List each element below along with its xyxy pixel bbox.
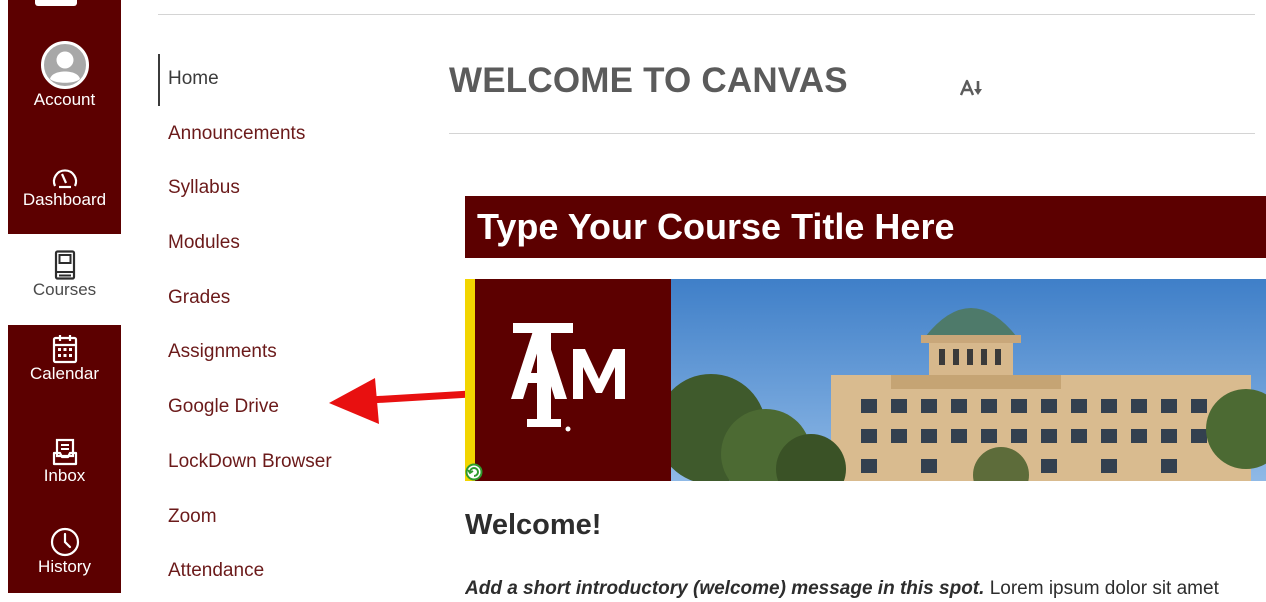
global-nav-history[interactable]: History <box>8 527 121 577</box>
text-size-icon[interactable] <box>960 79 984 97</box>
global-nav-history-label: History <box>38 557 91 576</box>
global-nav-inbox-label: Inbox <box>43 466 86 485</box>
global-nav-inbox[interactable]: Inbox <box>8 438 121 486</box>
global-nav-account[interactable]: Account <box>8 40 121 110</box>
intro-text: Lorem ipsum dolor sit amet <box>984 578 1219 599</box>
intro-paragraph: Add a short introductory (welcome) messa… <box>465 576 1266 602</box>
atm-logo <box>475 279 671 481</box>
global-nav-dashboard[interactable]: Dashboard <box>8 166 121 210</box>
course-title-banner: Type Your Course Title Here <box>465 196 1266 258</box>
global-nav-calendar-label: Calendar <box>30 364 99 383</box>
course-nav-grades[interactable]: Grades <box>158 271 398 326</box>
course-nav-lockdown-browser[interactable]: LockDown Browser <box>158 435 398 490</box>
calendar-icon <box>52 335 77 364</box>
global-nav-calendar[interactable]: Calendar <box>8 334 121 384</box>
course-nav-announcements[interactable]: Announcements <box>158 107 398 162</box>
welcome-heading: Welcome! <box>465 509 602 541</box>
title-divider <box>449 133 1255 134</box>
intro-emphasis: Add a short introductory (welcome) messa… <box>465 578 985 599</box>
course-hero-image <box>465 279 1266 481</box>
course-nav-zoom[interactable]: Zoom <box>158 490 398 545</box>
course-nav-modules[interactable]: Modules <box>158 216 398 271</box>
top-divider <box>158 14 1255 15</box>
global-nav-dashboard-label: Dashboard <box>22 190 107 209</box>
course-navigation: Home Announcements Syllabus Modules Grad… <box>158 52 398 599</box>
global-navigation: Account Dashboard Courses Calendar Inbox… <box>0 0 122 593</box>
global-nav-logo-area <box>8 0 121 10</box>
account-avatar-icon <box>40 41 89 89</box>
course-nav-home[interactable]: Home <box>158 52 398 107</box>
academic-building-photo <box>656 279 1266 481</box>
courses-book-icon <box>54 250 75 280</box>
inbox-icon <box>52 438 77 466</box>
history-clock-icon <box>50 527 79 557</box>
refresh-icon[interactable] <box>465 463 483 481</box>
dashboard-gauge-icon <box>52 169 77 189</box>
global-nav-courses-label: Courses <box>32 280 97 299</box>
course-nav-attendance[interactable]: Attendance <box>158 544 398 599</box>
global-nav-account-label: Account <box>33 90 96 109</box>
hero-accent-bar <box>465 279 475 481</box>
page-title: WELCOME TO CANVAS <box>449 61 848 100</box>
course-nav-syllabus[interactable]: Syllabus <box>158 161 398 216</box>
global-nav-courses[interactable]: Courses <box>8 250 121 300</box>
course-title: Type Your Course Title Here <box>477 206 955 247</box>
